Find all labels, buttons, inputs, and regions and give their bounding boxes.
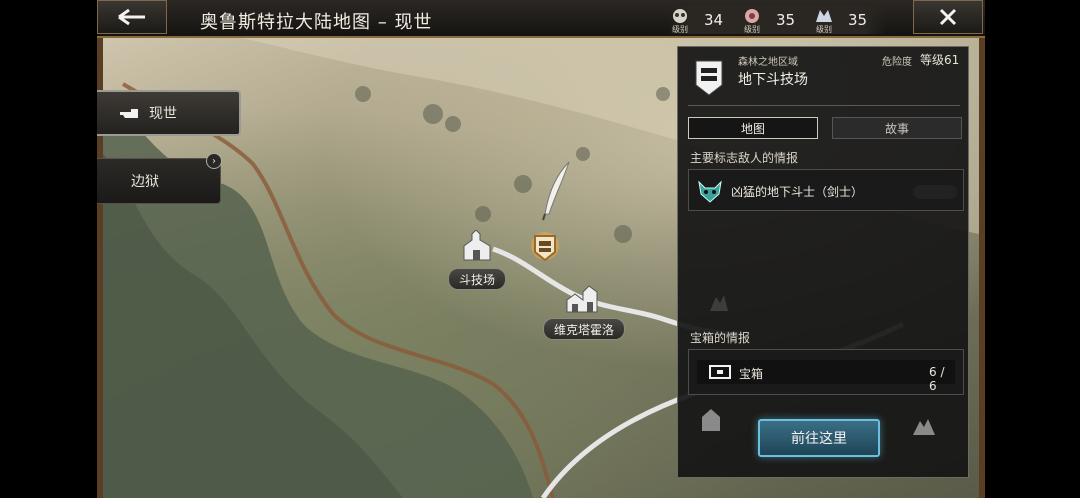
pointing-hand-icon xyxy=(120,109,138,118)
divider xyxy=(688,105,960,106)
region-name: 森林之地区域 xyxy=(738,57,798,68)
tab-label: 现世 xyxy=(149,106,177,122)
back-arrow-icon xyxy=(118,8,145,26)
quill-icon xyxy=(542,161,570,221)
enemy-section-title: 主要标志敌人的情报 xyxy=(690,151,799,165)
town-icon[interactable] xyxy=(565,282,599,314)
close-icon xyxy=(939,8,957,26)
level-summary: 级别 34 级别 35 级别 35 xyxy=(668,6,886,34)
place-label-colosseum[interactable]: 斗技场 xyxy=(448,268,507,290)
chest-count: 6 / 6 xyxy=(929,365,945,393)
danger-level: 等级61 xyxy=(920,53,960,67)
rose-crest-icon: 级别 xyxy=(740,8,764,34)
level-item: 级别 35 xyxy=(812,8,884,34)
tab-map[interactable]: 地图 xyxy=(688,117,818,139)
level-item: 级别 34 xyxy=(668,8,740,34)
back-button[interactable] xyxy=(97,0,167,34)
enemy-status-bar xyxy=(913,185,957,199)
chest-row[interactable]: 宝箱 6 / 6 xyxy=(688,349,964,395)
chest-row-inner: 宝箱 6 / 6 xyxy=(697,360,955,393)
skull-crest-icon: 级别 xyxy=(668,8,692,34)
location-name: 地下斗技场 xyxy=(738,72,808,88)
go-here-button[interactable]: 前往这里 xyxy=(758,419,880,457)
town-icon[interactable] xyxy=(460,230,494,262)
mountain-marker-icon xyxy=(913,419,935,435)
right-letterbox xyxy=(985,0,1080,498)
close-button[interactable] xyxy=(913,0,983,34)
dungeon-crest-icon[interactable] xyxy=(531,232,559,264)
tab-present-world[interactable]: 现世 xyxy=(97,90,241,136)
demon-mask-icon xyxy=(698,180,722,203)
page-title: 奥鲁斯特拉大陆地图 – 现世 xyxy=(200,12,433,33)
enemy-name: 凶猛的地下斗士（剑士） xyxy=(731,185,864,199)
level-caption: 级别 xyxy=(816,25,832,34)
danger-label: 危险度 xyxy=(882,57,912,68)
level-value: 35 xyxy=(776,11,796,29)
level-item: 级别 35 xyxy=(740,8,812,34)
left-letterbox xyxy=(0,0,97,498)
town-marker-icon xyxy=(702,409,720,431)
level-caption: 级别 xyxy=(744,25,760,34)
chevron-right-icon: › xyxy=(206,153,222,169)
tab-limbo[interactable]: 边狱 › xyxy=(97,153,222,204)
location-info-panel: 森林之地区域 危险度 等级61 地下斗技场 地图 故事 主要标志敌人的情报 凶猛… xyxy=(677,46,969,478)
fog-marker-icon xyxy=(710,295,728,311)
level-value: 34 xyxy=(704,11,724,29)
arena-emblem-icon xyxy=(695,60,723,96)
level-caption: 级别 xyxy=(672,25,688,34)
chest-name: 宝箱 xyxy=(739,367,764,381)
enemy-row[interactable]: 凶猛的地下斗士（剑士） xyxy=(688,169,964,211)
place-label-victa-holo[interactable]: 维克塔霍洛 xyxy=(543,318,626,340)
tab-story[interactable]: 故事 xyxy=(832,117,962,139)
level-value: 35 xyxy=(848,11,868,29)
chest-icon xyxy=(709,365,731,379)
wolf-crest-icon: 级别 xyxy=(812,8,836,34)
chest-section-title: 宝箱的情报 xyxy=(690,331,751,345)
tab-label: 边狱 xyxy=(131,174,159,190)
